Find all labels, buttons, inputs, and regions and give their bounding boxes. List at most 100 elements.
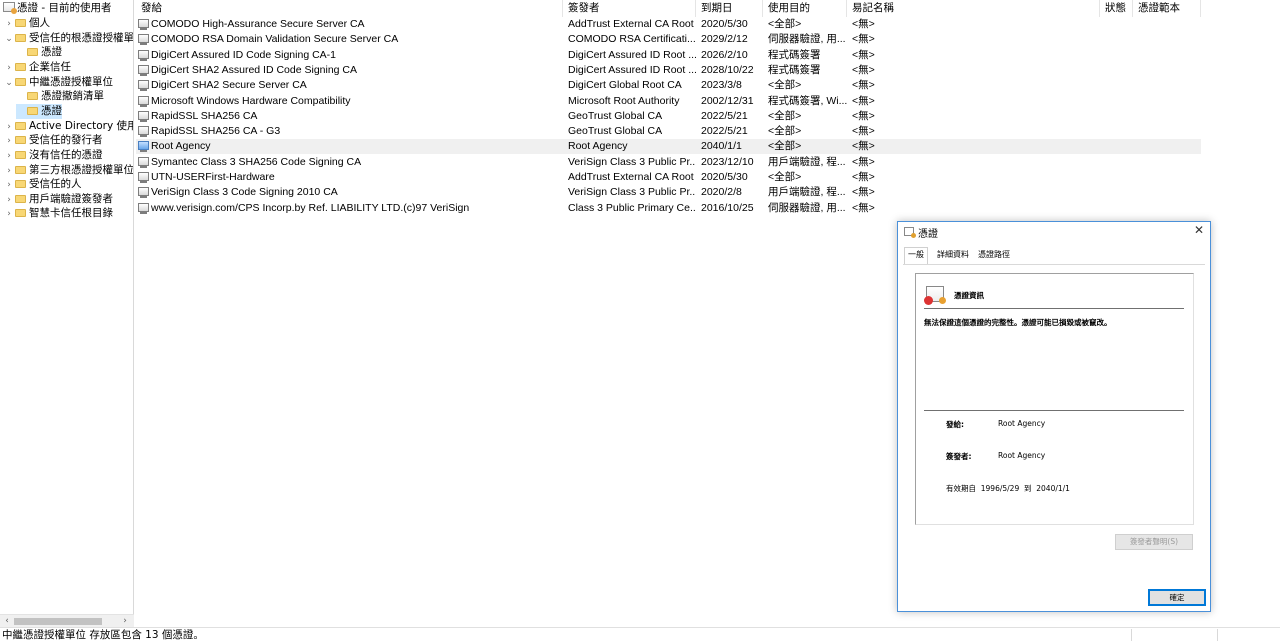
table-row[interactable]: DigiCert SHA2 Assured ID Code Signing CA… [136, 63, 1201, 78]
tree-node[interactable]: › 受信任的發行者 [4, 133, 103, 149]
tree-node-label: 企業信任 [29, 61, 71, 73]
tree-node-label: 智慧卡信任根目錄 [29, 207, 113, 219]
cell-text: <無> [852, 94, 875, 107]
cell-text: DigiCert SHA2 Assured ID Code Signing CA [151, 63, 358, 76]
folder-icon [15, 19, 26, 27]
table-row[interactable]: UTN-USERFirst-Hardware AddTrust External … [136, 170, 1201, 185]
table-cell: Class 3 Public Primary Ce... [568, 201, 696, 216]
table-row[interactable]: DigiCert Assured ID Code Signing CA-1 Dig… [136, 48, 1201, 63]
certificate-icon [138, 141, 149, 153]
expand-chevron-icon[interactable]: › [4, 61, 14, 76]
table-row[interactable]: Root Agency Root Agency 2040/1/1 <全部> <無> [136, 139, 1201, 155]
tree-horizontal-scrollbar[interactable]: ‹ › [0, 614, 134, 627]
tree-node[interactable]: › 用戶端驗證簽發者 [4, 192, 113, 207]
table-row[interactable]: www.verisign.com/CPS Incorp.by Ref. LIAB… [136, 201, 1201, 216]
cell-text: 程式碼簽署 [768, 48, 821, 61]
tree-node[interactable]: › 企業信任 [4, 60, 71, 75]
cell-text: <全部> [768, 125, 802, 138]
tree-node[interactable]: › 受信任的人 [4, 177, 82, 193]
ok-button[interactable]: 確定 [1148, 589, 1206, 606]
table-row[interactable]: Microsoft Windows Hardware Compatibility… [136, 94, 1201, 109]
tree-node[interactable]: › 個人 [4, 16, 50, 31]
tab-details[interactable]: 詳細資料 [934, 248, 972, 263]
cell-text: AddTrust External CA Root [568, 18, 694, 30]
cell-text: <無> [852, 48, 875, 61]
tree-node-label: 受信任的發行者 [29, 134, 103, 146]
tree-node-label: 受信任的人 [29, 178, 82, 190]
tree-node[interactable]: ›Active Directory 使用者 [4, 119, 133, 134]
column-expiration-header[interactable]: 到期日 [696, 0, 763, 17]
expand-chevron-icon[interactable]: › [4, 134, 14, 149]
table-cell: <全部> [768, 17, 847, 32]
cell-text: 2023/12/10 [701, 155, 754, 168]
cell-text: 2020/2/8 [701, 186, 742, 199]
expand-chevron-icon[interactable]: › [4, 149, 14, 164]
folder-icon [15, 122, 26, 130]
table-cell: <全部> [768, 109, 847, 124]
cell-text: COMODO High-Assurance Secure Server CA [151, 18, 365, 30]
table-cell: COMODO High-Assurance Secure Server CA [138, 17, 563, 32]
column-status-header[interactable]: 狀態 [1100, 0, 1133, 17]
tree-node-label: 憑證 - 目前的使用者 [17, 2, 112, 14]
column-purposes-header[interactable]: 使用目的 [763, 0, 847, 17]
tree-node[interactable]: › 第三方根憑證授權單位 [4, 163, 133, 178]
table-cell: 程式碼簽署 [768, 63, 847, 78]
collapse-chevron-icon[interactable]: ⌄ [4, 76, 14, 91]
cell-text: COMODO RSA Domain Validation Secure Serv… [151, 33, 399, 46]
cell-text: 伺服器驗證, 用... [768, 33, 846, 46]
tree-node[interactable]: 憑證 [16, 45, 62, 60]
validity-period: 有效期自 1996/5/29 到 2040/1/1 [946, 484, 1070, 493]
scroll-thumb[interactable] [14, 618, 102, 625]
certificate-icon [138, 110, 149, 122]
tree-pane[interactable]: 憑證 - 目前的使用者 › 個人 ⌄ 受信任的根憑證授權單位 憑證 › 企業信任 ⌄ 中繼憑證授權… [0, 0, 134, 627]
column-template-header[interactable]: 憑證範本 [1133, 0, 1201, 17]
dialog-titlebar[interactable]: 憑證 ✕ [898, 222, 1210, 242]
table-row[interactable]: RapidSSL SHA256 CA - G3 GeoTrust Global C… [136, 124, 1201, 139]
tree-node-label: 個人 [29, 17, 50, 29]
tree-node[interactable]: 憑證 - 目前的使用者 [2, 1, 111, 16]
tab-general[interactable]: 一般 [904, 247, 928, 264]
close-icon[interactable]: ✕ [1194, 223, 1204, 237]
table-cell: 2020/2/8 [701, 185, 763, 200]
table-cell: COMODO RSA Domain Validation Secure Serv… [138, 32, 563, 47]
tab-certification-path[interactable]: 憑證路徑 [975, 248, 1013, 263]
table-row[interactable]: DigiCert SHA2 Secure Server CA DigiCert G… [136, 78, 1201, 93]
table-row[interactable]: Symantec Class 3 SHA256 Code Signing CA V… [136, 155, 1201, 170]
cell-text: <無> [852, 155, 875, 168]
table-row[interactable]: COMODO RSA Domain Validation Secure Serv… [136, 32, 1201, 47]
table-cell: <無> [852, 170, 912, 185]
cell-text: DigiCert Assured ID Code Signing CA-1 [151, 48, 337, 61]
table-row[interactable]: COMODO High-Assurance Secure Server CA Ad… [136, 17, 1201, 32]
table-cell: Root Agency [568, 139, 696, 154]
folder-icon [15, 166, 26, 174]
column-issued-by-header[interactable]: 簽發者 [563, 0, 696, 17]
certificate-info-panel: 憑證資訊 無法保證這個憑證的完整性。憑證可能已損毀或被竄改。 發給: Root … [915, 273, 1194, 525]
expand-chevron-icon[interactable]: › [4, 178, 14, 193]
tree-node[interactable]: ⌄ 中繼憑證授權單位 [4, 75, 113, 90]
cell-text: <無> [852, 125, 875, 138]
cell-text: <無> [852, 33, 875, 46]
table-row[interactable]: RapidSSL SHA256 CA GeoTrust Global CA 2022… [136, 109, 1201, 124]
tree-node[interactable]: › 沒有信任的憑證 [4, 148, 102, 164]
table-cell: DigiCert SHA2 Assured ID Code Signing CA [138, 63, 563, 78]
tree-node[interactable]: 憑證撤銷清單 [16, 89, 104, 104]
table-row[interactable]: VeriSign Class 3 Code Signing 2010 CA Ver… [136, 185, 1201, 200]
table-cell: DigiCert Assured ID Root ... [568, 63, 696, 78]
table-cell: <無> [852, 94, 912, 109]
table-cell: DigiCert SHA2 Secure Server CA [138, 78, 563, 93]
tree-node[interactable]: ⌄ 受信任的根憑證授權單位 [4, 31, 133, 47]
table-cell: Symantec Class 3 SHA256 Code Signing CA [138, 155, 563, 170]
cell-text: <無> [852, 18, 875, 30]
certificate-icon [138, 156, 149, 168]
expand-chevron-icon[interactable]: › [4, 207, 14, 222]
tree-node[interactable]: 憑證 [16, 104, 62, 119]
dialog-title: 憑證 [918, 229, 938, 240]
column-friendly-name-header[interactable]: 易記名稱 [847, 0, 1100, 17]
cell-text: Symantec Class 3 SHA256 Code Signing CA [151, 155, 362, 168]
issuer-statement-button[interactable]: 簽發者聲明(S) [1115, 534, 1193, 550]
cell-text: 2022/5/21 [701, 125, 748, 138]
tree-node[interactable]: › 智慧卡信任根目錄 [4, 206, 113, 221]
table-cell: <無> [852, 48, 912, 63]
expand-chevron-icon[interactable]: › [4, 17, 14, 32]
collapse-chevron-icon[interactable]: ⌄ [4, 32, 14, 47]
